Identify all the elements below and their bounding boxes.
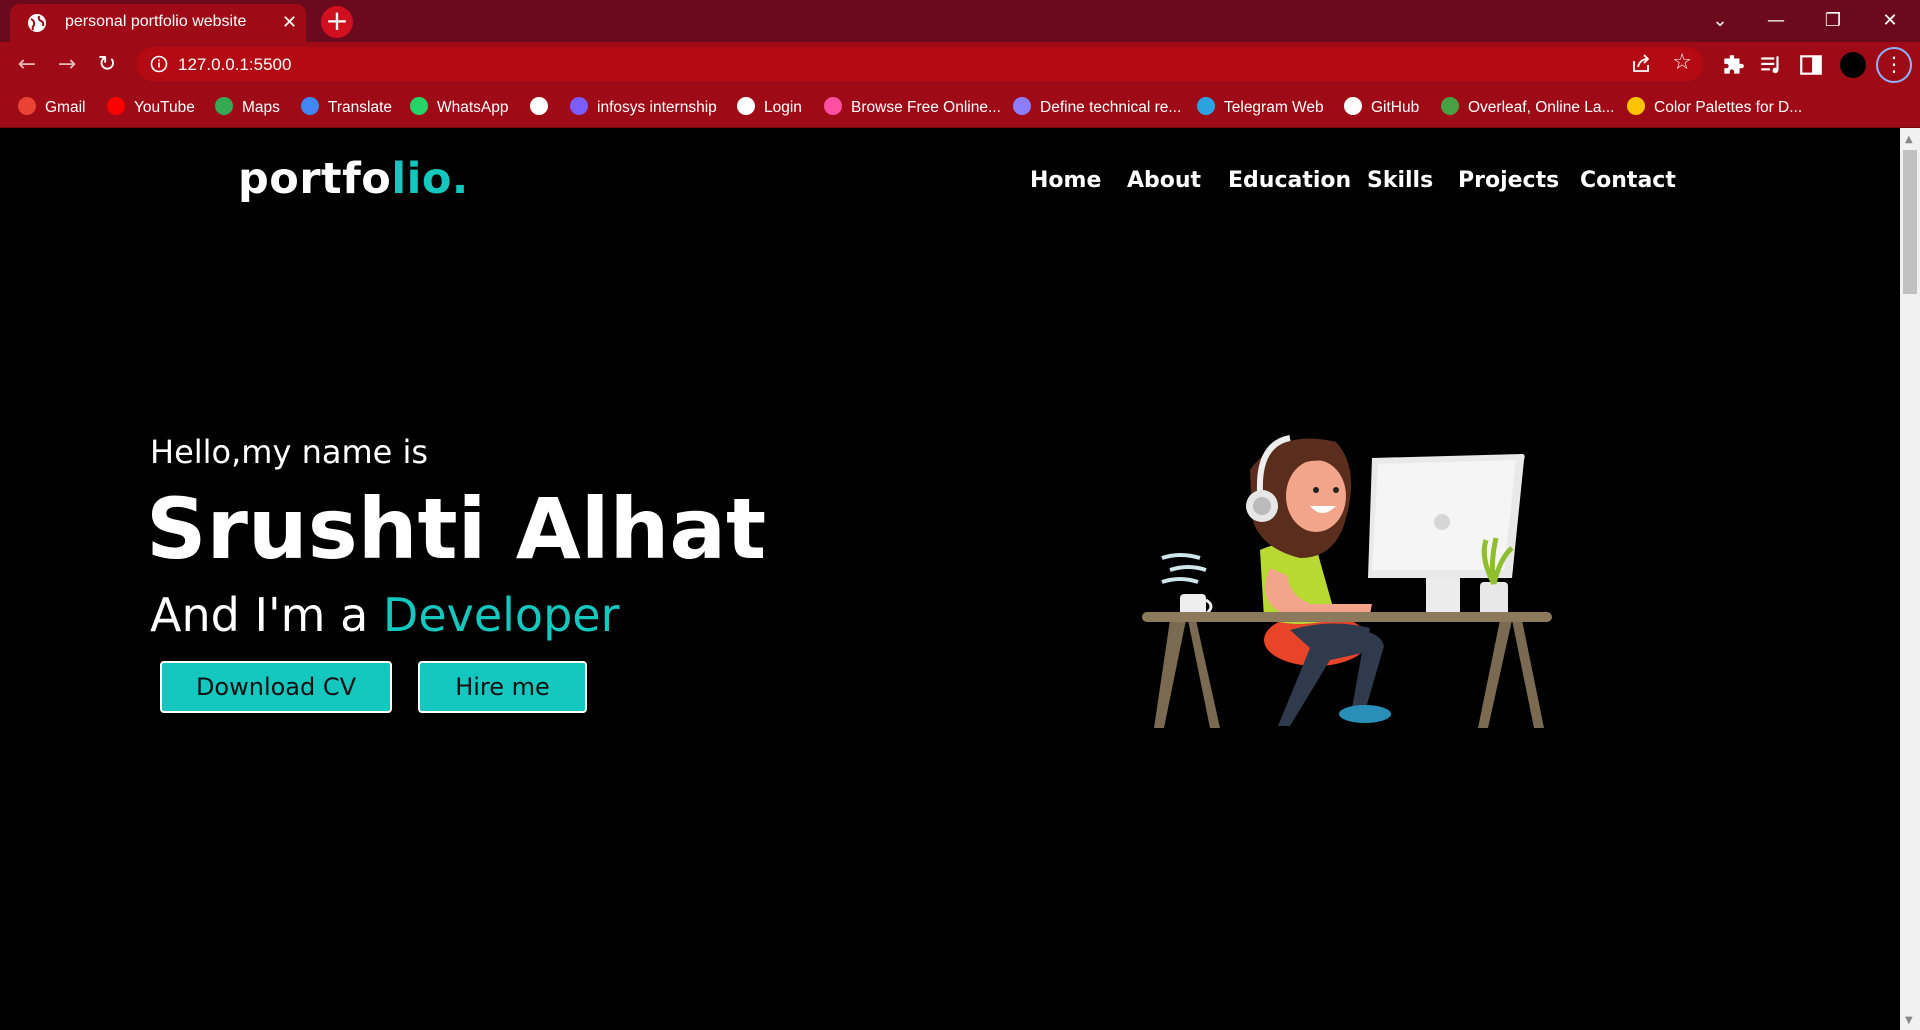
new-tab-button[interactable]: +	[321, 6, 353, 38]
hero-role: And I'm a Developer	[150, 588, 620, 642]
bookmark-whatsapp[interactable]: WhatsApp	[410, 97, 509, 119]
download-cv-button[interactable]: Download CV	[160, 661, 392, 713]
forward-icon[interactable]: →	[52, 50, 82, 80]
nav-education[interactable]: Education	[1228, 168, 1351, 193]
scroll-down-icon[interactable]: ▼	[1905, 1015, 1913, 1026]
gmail-icon	[18, 97, 36, 115]
browser-tab-active[interactable]: personal portfolio website ✕	[10, 4, 306, 42]
bookmark-browse[interactable]: Browse Free Online...	[824, 97, 1001, 119]
page-scrollbar[interactable]: ▲ ▼	[1900, 128, 1920, 1030]
close-window-button[interactable]: ✕	[1870, 6, 1910, 36]
telegram-icon	[1197, 97, 1215, 115]
bookmark-globe[interactable]	[530, 97, 557, 119]
bookmark-translate[interactable]: Translate	[301, 97, 392, 119]
media-queue-icon[interactable]	[1758, 52, 1784, 78]
bookmark-color-palettes[interactable]: Color Palettes for D...	[1627, 97, 1802, 119]
maps-icon	[215, 97, 233, 115]
scroll-up-icon[interactable]: ▲	[1905, 134, 1913, 145]
bookmark-define[interactable]: Define technical re...	[1013, 97, 1181, 119]
page-viewport: portfolio. Home About Education Skills P…	[0, 128, 1900, 1030]
site-info-icon[interactable]	[150, 55, 168, 73]
nav-home[interactable]: Home	[1030, 168, 1101, 193]
developer-illustration	[1142, 435, 1552, 728]
chart-icon	[824, 97, 842, 115]
youtube-icon	[107, 97, 125, 115]
whatsapp-icon	[410, 97, 428, 115]
browser-menu-icon[interactable]: ⋮	[1876, 47, 1912, 83]
bookmark-login[interactable]: Login	[737, 97, 802, 119]
scrollbar-thumb[interactable]	[1903, 150, 1917, 294]
bookmark-telegram[interactable]: Telegram Web	[1197, 97, 1324, 119]
palette-icon	[1627, 97, 1645, 115]
hire-me-button[interactable]: Hire me	[418, 661, 587, 713]
browser-toolbar: ← → ↻ 127.0.0.1:5500 ☆	[0, 42, 1920, 87]
nav-projects[interactable]: Projects	[1458, 168, 1559, 193]
overleaf-icon	[1441, 97, 1459, 115]
globe-icon	[28, 14, 46, 32]
restore-button[interactable]: ❐	[1813, 6, 1853, 36]
bookmark-gmail[interactable]: Gmail	[18, 97, 85, 119]
tab-search-icon[interactable]: ⌄	[1700, 6, 1740, 36]
side-panel-icon[interactable]	[1798, 52, 1824, 78]
bookmarks-bar: Gmail YouTube Maps Translate WhatsApp in…	[0, 87, 1920, 128]
minimize-button[interactable]: —	[1756, 6, 1796, 36]
back-icon[interactable]: ←	[12, 50, 42, 80]
reload-icon[interactable]: ↻	[92, 50, 122, 80]
infosys-icon	[570, 97, 588, 115]
hero-name: Srushti Alhat	[146, 480, 767, 578]
bookmark-star-icon[interactable]: ☆	[1672, 50, 1692, 75]
address-bar[interactable]: 127.0.0.1:5500 ☆	[136, 47, 1704, 81]
nav-about[interactable]: About	[1127, 168, 1201, 193]
github-icon	[1344, 97, 1362, 115]
share-icon[interactable]	[1630, 53, 1652, 75]
extensions-icon[interactable]	[1720, 52, 1746, 78]
globe-icon	[530, 97, 548, 115]
bookmark-maps[interactable]: Maps	[215, 97, 280, 119]
url-text[interactable]: 127.0.0.1:5500	[178, 55, 291, 75]
globe-icon	[737, 97, 755, 115]
browser-tab-strip: personal portfolio website ✕ + ⌄ — ❐ ✕	[0, 0, 1920, 42]
bookmark-infosys[interactable]: infosys internship	[570, 97, 717, 119]
bookmark-github[interactable]: GitHub	[1344, 97, 1419, 119]
gem-icon	[1013, 97, 1031, 115]
nav-contact[interactable]: Contact	[1580, 168, 1676, 193]
hero-role-highlight: Developer	[382, 588, 620, 642]
site-logo[interactable]: portfolio.	[238, 154, 469, 204]
nav-skills[interactable]: Skills	[1367, 168, 1433, 193]
close-tab-icon[interactable]: ✕	[282, 13, 297, 33]
bookmark-overleaf[interactable]: Overleaf, Online La...	[1441, 97, 1614, 119]
profile-avatar[interactable]	[1840, 52, 1866, 78]
translate-icon	[301, 97, 319, 115]
bookmark-youtube[interactable]: YouTube	[107, 97, 195, 119]
tab-title: personal portfolio website	[65, 13, 247, 30]
hero-greeting: Hello,my name is	[150, 433, 429, 471]
